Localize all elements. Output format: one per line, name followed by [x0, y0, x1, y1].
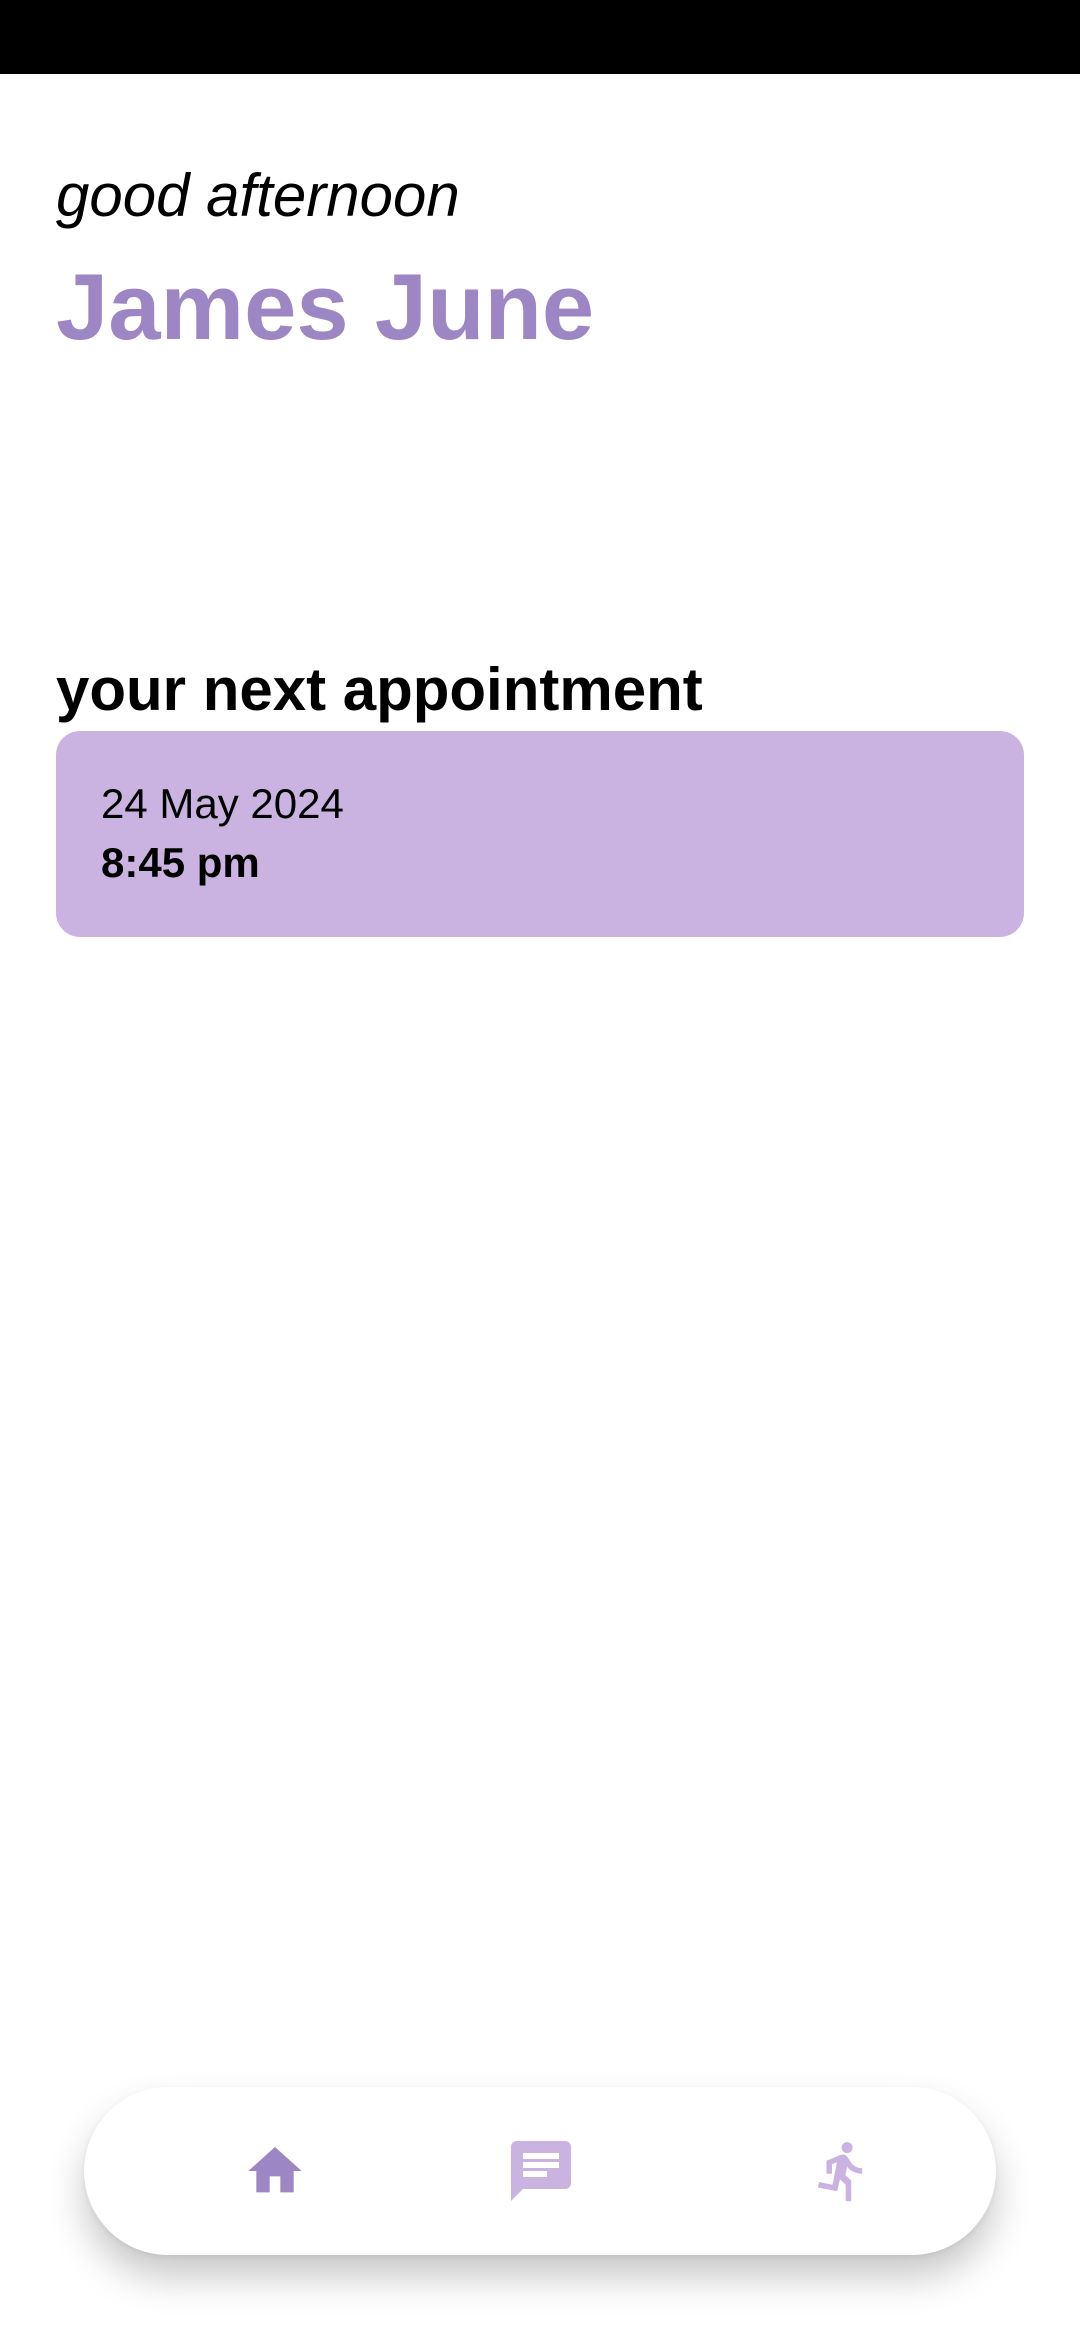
nav-activity-button[interactable] [803, 2131, 883, 2211]
greeting-text: good afternoon [56, 162, 460, 229]
nav-messages-button[interactable] [501, 2131, 581, 2211]
appointment-heading: your next appointment [56, 656, 703, 723]
status-bar [0, 0, 1080, 74]
running-person-icon [817, 2142, 863, 2202]
appointment-date: 24 May 2024 [101, 780, 344, 827]
user-name: James June [56, 254, 595, 359]
nav-home-button[interactable] [235, 2131, 315, 2211]
bottom-navigation-bar [84, 2087, 996, 2255]
chat-icon [511, 2141, 571, 2201]
appointment-time: 8:45 pm [101, 839, 260, 886]
home-icon [248, 2147, 302, 2193]
appointment-card[interactable]: 24 May 2024 8:45 pm [56, 731, 1024, 937]
